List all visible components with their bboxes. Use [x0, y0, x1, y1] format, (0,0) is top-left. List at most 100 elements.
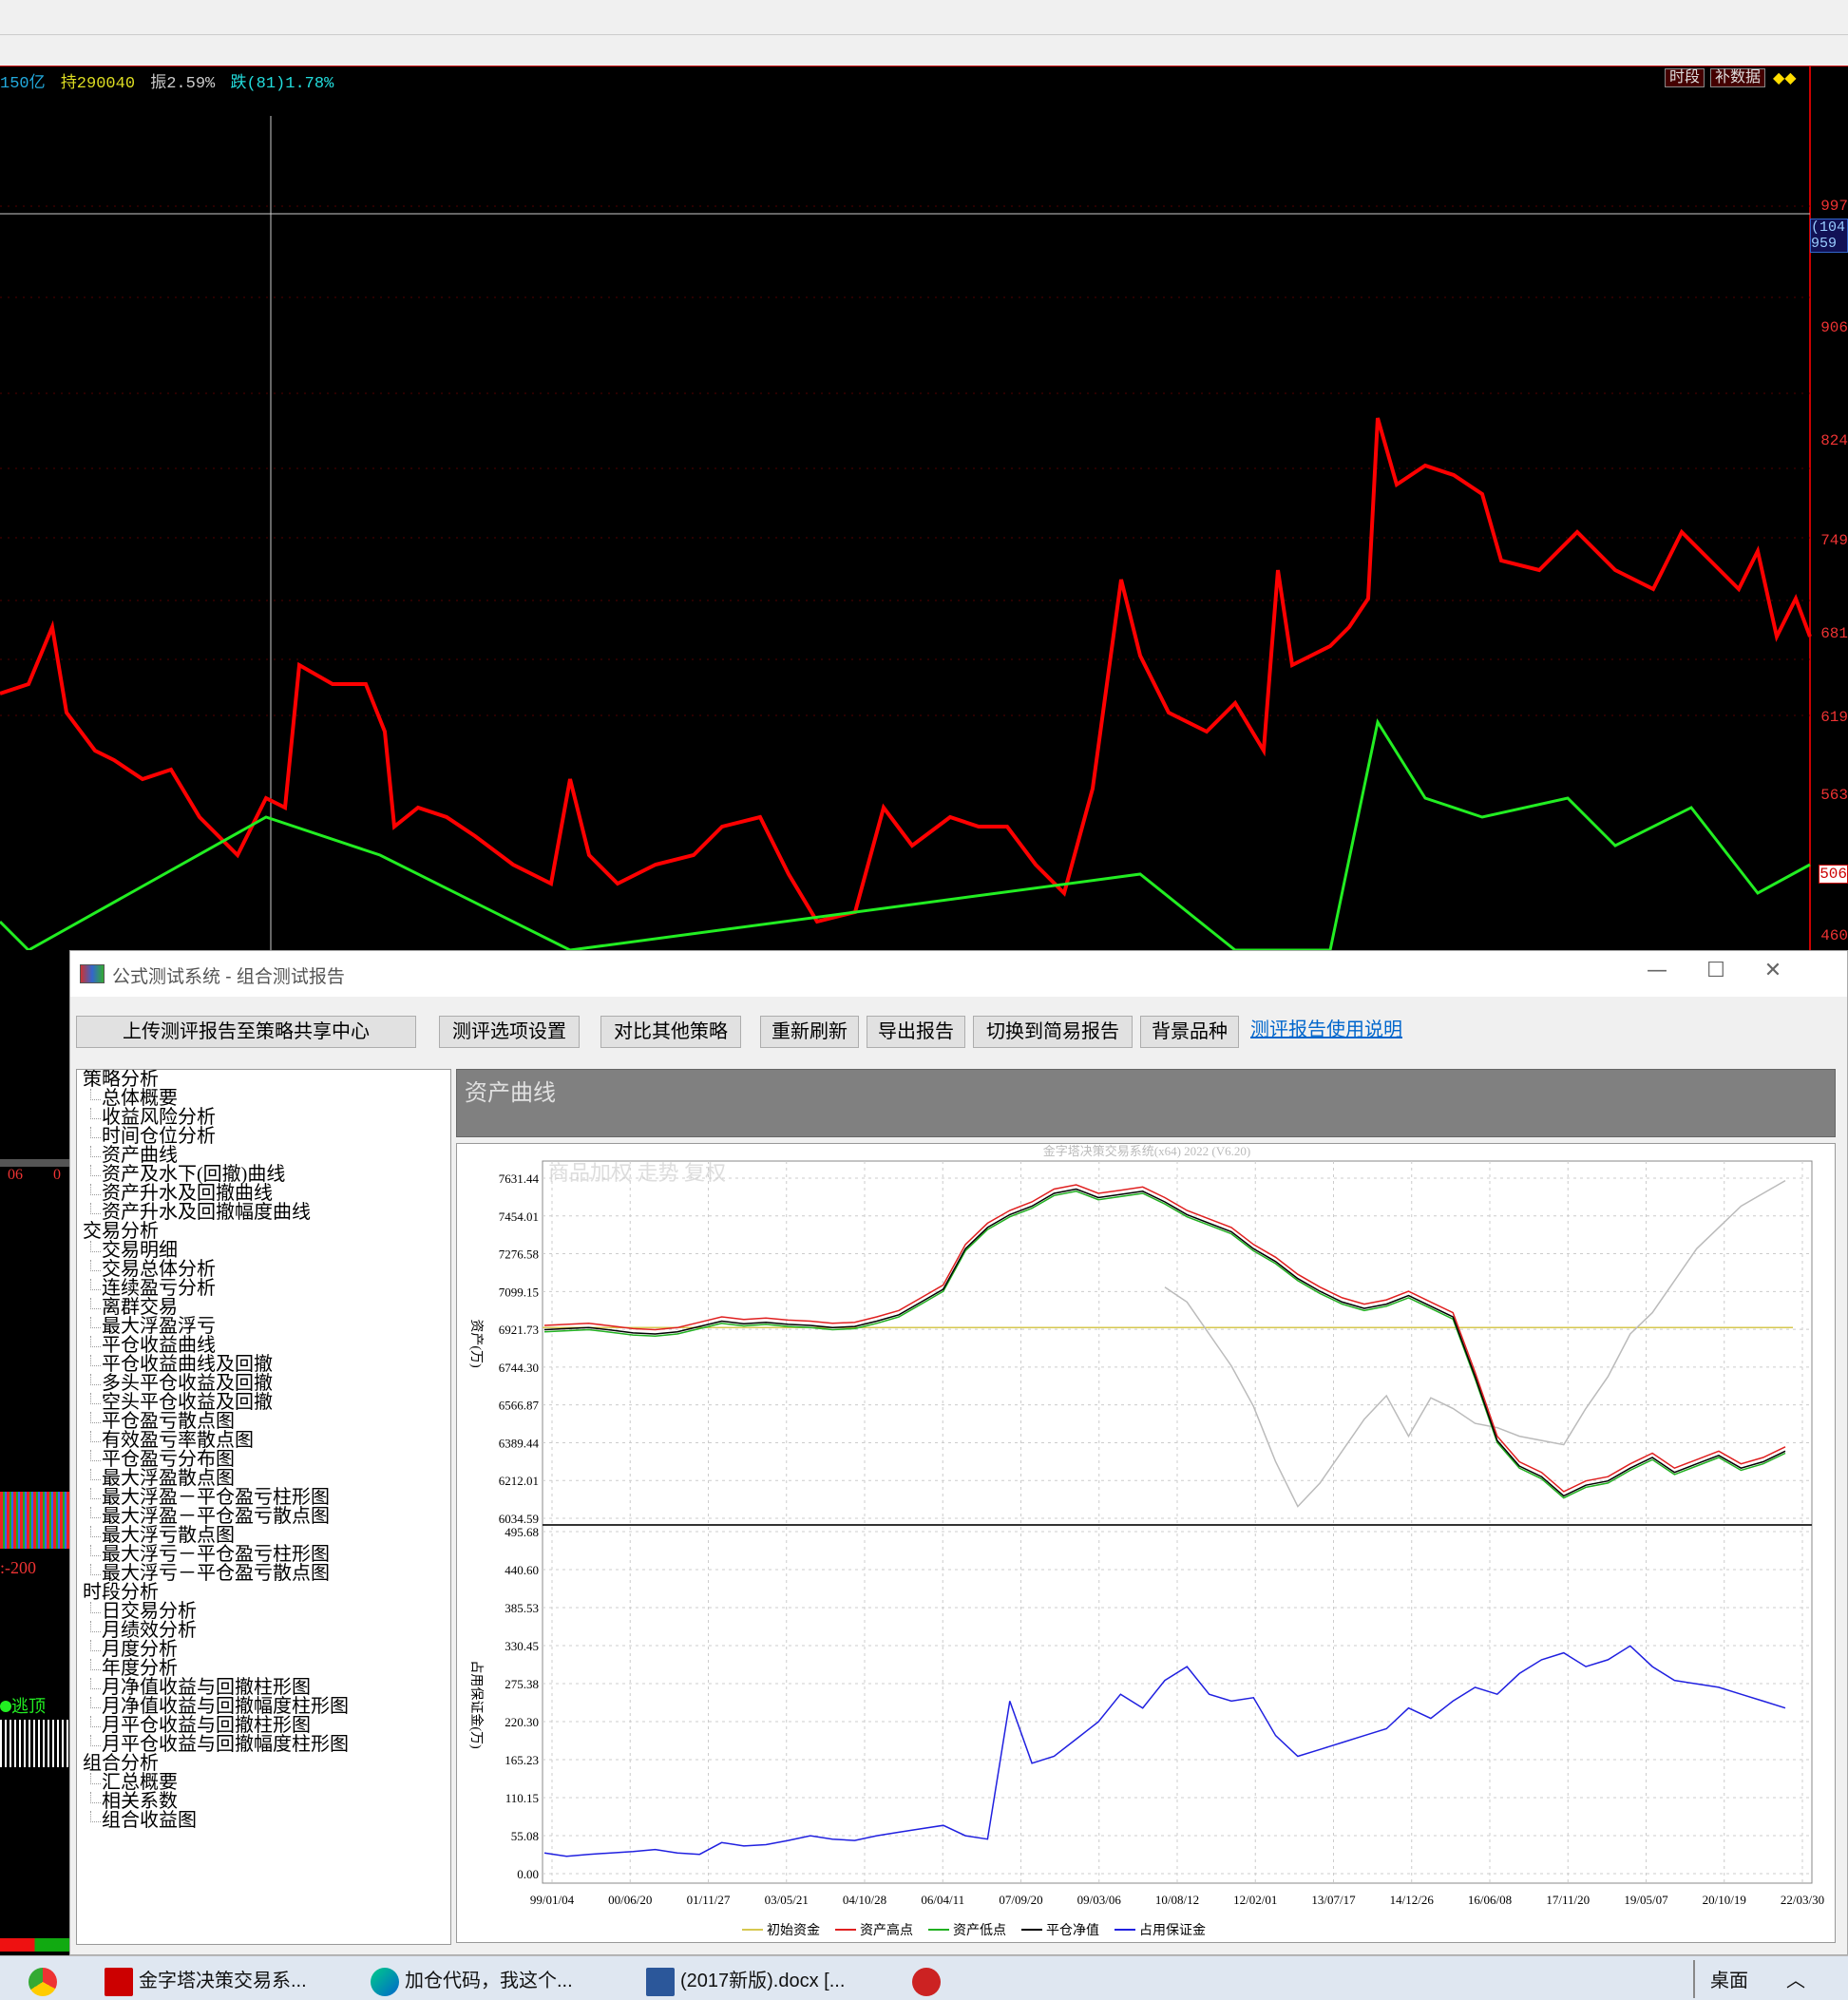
- compare-strategy-button[interactable]: 对比其他策略: [600, 1016, 741, 1048]
- tree-item[interactable]: 日交易分析: [81, 1602, 447, 1621]
- section-title: 资产曲线: [465, 1081, 556, 1106]
- tree-item[interactable]: 平仓盈亏分布图: [81, 1450, 447, 1469]
- tree-item[interactable]: 月度分析: [81, 1640, 447, 1659]
- maximize-icon[interactable]: ☐: [1697, 959, 1735, 982]
- tree-item[interactable]: 资产曲线: [81, 1146, 447, 1165]
- tree-item[interactable]: 离群交易: [81, 1298, 447, 1317]
- y-tick-label: 7631.44: [499, 1171, 540, 1186]
- x-tick-label: 14/12/26: [1390, 1893, 1435, 1907]
- y-tick-label: 6034.59: [499, 1512, 539, 1526]
- app-icon: [80, 964, 105, 983]
- tree-item[interactable]: 汇总概要: [81, 1773, 447, 1792]
- close-icon[interactable]: ✕: [1754, 959, 1792, 982]
- tree-item[interactable]: 交易明细: [81, 1241, 447, 1260]
- price-label: 563: [1820, 787, 1848, 804]
- tree-item[interactable]: 最大浮亏散点图: [81, 1526, 447, 1545]
- upload-report-button[interactable]: 上传测评报告至策略共享中心: [76, 1016, 416, 1048]
- tree-item[interactable]: 月平仓收益与回撤柱形图: [81, 1716, 447, 1735]
- y-tick-label: 7099.15: [499, 1285, 539, 1299]
- y-tick-label: 385.53: [505, 1601, 539, 1615]
- tree-item[interactable]: 月平仓收益与回撤幅度柱形图: [81, 1735, 447, 1754]
- tree-item[interactable]: 最大浮盈浮亏: [81, 1317, 447, 1336]
- y-tick-label: 330.45: [505, 1639, 539, 1653]
- x-tick-label: 10/08/12: [1155, 1893, 1199, 1907]
- taskbar-item-avatar[interactable]: [912, 1962, 946, 2000]
- lower-y-axis-label: 占用保证金(万): [468, 1660, 484, 1749]
- watermark: 金字塔决策交易系统(x64) 2022 (V6.20): [1043, 1144, 1250, 1158]
- price-label: 997: [1820, 198, 1848, 215]
- test-options-button[interactable]: 测评选项设置: [439, 1016, 580, 1048]
- test-report-dialog: 公式测试系统 - 组合测试报告 — ☐ ✕ 上传测评报告至策略共享中心 测评选项…: [69, 950, 1848, 1955]
- tree-group[interactable]: 时段分析: [81, 1583, 447, 1602]
- y-tick-label: 275.38: [505, 1677, 539, 1691]
- y-tick-label: 6921.73: [499, 1323, 539, 1337]
- tree-item[interactable]: 最大浮盈散点图: [81, 1469, 447, 1488]
- asset-high-line: [543, 1184, 1786, 1493]
- tree-item[interactable]: 总体概要: [81, 1089, 447, 1108]
- tree-item[interactable]: 最大浮亏－平仓盈亏散点图: [81, 1564, 447, 1583]
- tree-item[interactable]: 连续盈亏分析: [81, 1279, 447, 1298]
- tree-item[interactable]: 平仓盈亏散点图: [81, 1412, 447, 1431]
- y-tick-label: 55.08: [511, 1829, 539, 1843]
- taskbar-item-word[interactable]: (2017新版).docx [...: [646, 1962, 845, 2000]
- minimize-icon[interactable]: —: [1638, 959, 1676, 982]
- export-report-button[interactable]: 导出报告: [867, 1016, 965, 1048]
- tree-item[interactable]: 交易总体分析: [81, 1260, 447, 1279]
- date-label: 06: [8, 1167, 23, 1183]
- tree-item[interactable]: 月净值收益与回撤柱形图: [81, 1678, 447, 1697]
- tree-item[interactable]: 有效盈亏率散点图: [81, 1431, 447, 1450]
- chrome-taskbar-icon[interactable]: [29, 1962, 63, 2000]
- tree-item[interactable]: 平仓收益曲线及回撤: [81, 1355, 447, 1374]
- tree-group[interactable]: 组合分析: [81, 1754, 447, 1773]
- price-line-red: [0, 417, 1812, 924]
- x-tick-label: 12/02/01: [1233, 1893, 1277, 1907]
- tree-group[interactable]: 策略分析: [81, 1070, 447, 1089]
- tree-item[interactable]: 月绩效分析: [81, 1621, 447, 1640]
- y-tick-label: 110.15: [505, 1791, 539, 1805]
- tree-item[interactable]: 最大浮亏－平仓盈亏柱形图: [81, 1545, 447, 1564]
- taskbar-item-pyramid[interactable]: 金字塔决策交易系...: [105, 1962, 307, 2000]
- tree-item[interactable]: 平仓收益曲线: [81, 1336, 447, 1355]
- report-tree[interactable]: 策略分析 总体概要 收益风险分析 时间仓位分析 资产曲线 资产及水下(回撤)曲线 资产升水及…: [76, 1069, 451, 1945]
- tree-item[interactable]: 最大浮盈－平仓盈亏柱形图: [81, 1488, 447, 1507]
- date-label: 0: [53, 1167, 61, 1183]
- y-tick-label: 7454.01: [499, 1210, 539, 1224]
- background-variety-button[interactable]: 背景品种: [1140, 1016, 1239, 1048]
- tree-item[interactable]: 资产升水及回撤曲线: [81, 1184, 447, 1203]
- chart-canvas: 金字塔决策交易系统(x64) 2022 (V6.20) 商品加权 走势 复权 99/…: [468, 1144, 1824, 1938]
- taskbar-item-edge[interactable]: 加仓代码，我这个...: [371, 1962, 573, 2000]
- tree-item[interactable]: 时间仓位分析: [81, 1127, 447, 1146]
- close-nav-line: [543, 1188, 1786, 1497]
- indicator-value: :-200: [0, 1558, 36, 1577]
- dialog-titlebar[interactable]: 公式测试系统 - 组合测试报告 — ☐ ✕: [70, 951, 1847, 997]
- tree-item[interactable]: 相关系数: [81, 1792, 447, 1811]
- x-tick-label: 09/03/06: [1077, 1893, 1122, 1907]
- x-tick-label: 20/10/19: [1703, 1893, 1746, 1907]
- x-tick-label: 01/11/27: [687, 1893, 731, 1907]
- tree-item[interactable]: 组合收益图: [81, 1811, 447, 1830]
- tree-item[interactable]: 空头平仓收益及回撤: [81, 1393, 447, 1412]
- tree-item[interactable]: 资产升水及回撤幅度曲线: [81, 1203, 447, 1222]
- tree-item[interactable]: 最大浮盈－平仓盈亏散点图: [81, 1507, 447, 1526]
- tree-item[interactable]: 年度分析: [81, 1659, 447, 1678]
- desktop-button[interactable]: 桌面: [1710, 1962, 1748, 2000]
- switch-simple-report-button[interactable]: 切换到简易报告: [973, 1016, 1133, 1048]
- x-tick-label: 00/06/20: [608, 1893, 652, 1907]
- price-label: 506: [1819, 865, 1848, 884]
- tree-item[interactable]: 收益风险分析: [81, 1108, 447, 1127]
- tree-item[interactable]: 资产及水下(回撤)曲线: [81, 1165, 447, 1184]
- tree-item[interactable]: 多头平仓收益及回撤: [81, 1374, 447, 1393]
- tray-expand-icon[interactable]: ︿: [1786, 1962, 1805, 2000]
- refresh-button[interactable]: 重新刷新: [760, 1016, 859, 1048]
- kline-chart[interactable]: 150亿 持290040 振2.59% 跌(81)1.78% 时段 补数据 ◆◆…: [0, 67, 1848, 950]
- tree-group[interactable]: 交易分析: [81, 1222, 447, 1241]
- legend-label: 初始资金: [767, 1922, 820, 1938]
- x-tick-label: 99/01/04: [530, 1893, 575, 1907]
- help-link[interactable]: 测评报告使用说明: [1250, 1014, 1402, 1041]
- price-label: 460: [1820, 927, 1848, 944]
- margin-line: [543, 1645, 1786, 1857]
- escape-top-signal: 逃顶: [0, 1693, 46, 1718]
- tree-item[interactable]: 月净值收益与回撤幅度柱形图: [81, 1697, 447, 1716]
- x-tick-label: 16/06/08: [1468, 1893, 1512, 1907]
- y-tick-label: 165.23: [505, 1753, 539, 1767]
